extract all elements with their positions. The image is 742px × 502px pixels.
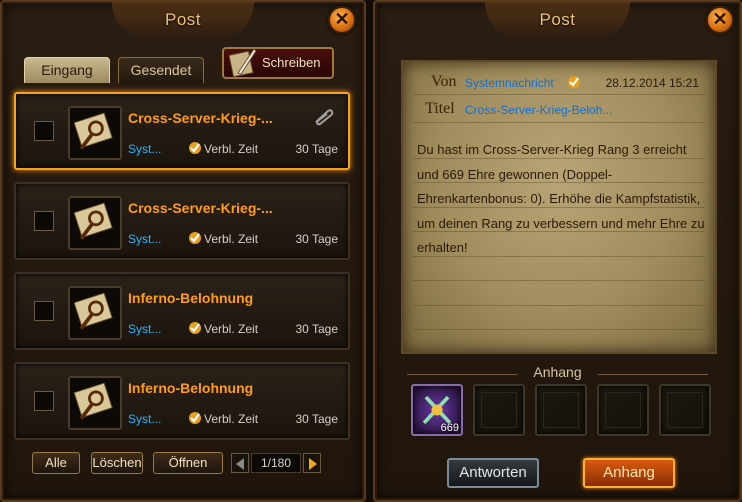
mail-item[interactable]: Inferno-Belohnung Syst... Verbl. Zeit 30… (14, 272, 350, 350)
mail-remaining-label: Verbl. Zeit (204, 322, 259, 336)
close-detail-button[interactable]: ✕ (706, 6, 734, 34)
mail-subject: Inferno-Belohnung (128, 290, 254, 306)
mail-days: 30 Tage (295, 412, 339, 426)
open-button[interactable]: Öffnen (153, 452, 223, 474)
scroll-icon (68, 376, 122, 430)
page-counter: 1/180 (251, 453, 301, 473)
divider (598, 374, 708, 375)
mail-date: 28.12.2014 15:21 (605, 76, 699, 90)
from-value: Systemnachricht (465, 76, 554, 90)
next-page-button[interactable] (303, 453, 321, 473)
inbox-panel: Post ✕ Eingang Gesendet Schreiben Cross-… (0, 0, 366, 502)
scroll-icon (68, 196, 122, 250)
checkmark-icon (189, 142, 201, 154)
write-button-label: Schreiben (262, 55, 321, 70)
scroll-icon (68, 286, 122, 340)
mail-days: 30 Tage (295, 322, 339, 336)
close-inbox-button[interactable]: ✕ (328, 6, 356, 34)
checkmark-icon (189, 412, 201, 424)
attachment-slot-empty (473, 384, 525, 436)
mail-subject: Inferno-Belohnung (128, 380, 254, 396)
checkmark-icon (189, 322, 201, 334)
previous-page-button[interactable] (231, 453, 249, 473)
attachment-slot-empty (597, 384, 649, 436)
inbox-panel-title: Post (164, 10, 202, 29)
select-all-button[interactable]: Alle (32, 452, 80, 474)
mail-subject: Cross-Server-Krieg-... (128, 110, 273, 126)
mail-checkbox[interactable] (34, 391, 54, 411)
collect-attachment-button[interactable]: Anhang (583, 458, 675, 488)
mail-remaining-label: Verbl. Zeit (204, 232, 259, 246)
checkmark-icon (189, 232, 201, 244)
paperclip-icon (315, 109, 334, 126)
write-button[interactable]: Schreiben (222, 47, 334, 79)
attachment-slot-empty (535, 384, 587, 436)
mail-sender: Syst... (128, 412, 162, 426)
mail-checkbox[interactable] (34, 301, 54, 321)
delete-button[interactable]: Löschen (91, 452, 143, 474)
mail-item[interactable]: Cross-Server-Krieg-... Syst... Verbl. Ze… (14, 182, 350, 260)
mail-sender: Syst... (128, 142, 162, 156)
mail-remaining-label: Verbl. Zeit (204, 412, 259, 426)
mail-body: Du hast im Cross-Server-Krieg Rang 3 err… (417, 142, 705, 255)
attachment-count: 669 (440, 422, 459, 434)
tab-inbox[interactable]: Eingang (24, 57, 110, 83)
reply-button[interactable]: Antworten (447, 458, 539, 488)
attachment-slot-empty (659, 384, 711, 436)
mail-checkbox[interactable] (34, 211, 54, 231)
mail-days: 30 Tage (295, 142, 339, 156)
scroll-icon (68, 106, 122, 160)
detail-panel-title: Post (539, 10, 576, 29)
mail-subject: Cross-Server-Krieg-... (128, 200, 273, 216)
mail-detail-panel: Post ✕ Von Systemnachricht 28.12.2014 15… (373, 0, 742, 502)
letter-paper: Von Systemnachricht 28.12.2014 15:21 Tit… (401, 60, 717, 354)
arrow-left-icon (236, 458, 244, 470)
from-label: Von (431, 73, 457, 90)
attachments-heading: Anhang (533, 364, 582, 380)
arrow-right-icon (309, 458, 317, 470)
tab-sent[interactable]: Gesendet (118, 57, 204, 83)
attachment-slot[interactable]: 669 (411, 384, 463, 436)
title-label: Titel (425, 100, 455, 117)
mail-sender: Syst... (128, 322, 162, 336)
mail-item[interactable]: Cross-Server-Krieg-... Syst... Verbl. Ze… (14, 92, 350, 170)
mail-item[interactable]: Inferno-Belohnung Syst... Verbl. Zeit 30… (14, 362, 350, 440)
mail-checkbox[interactable] (34, 121, 54, 141)
mail-sender: Syst... (128, 232, 162, 246)
title-value: Cross-Server-Krieg-Beloh... (465, 103, 613, 117)
mail-remaining-label: Verbl. Zeit (204, 142, 259, 156)
quill-icon (228, 48, 257, 78)
checkmark-icon (568, 76, 580, 88)
mail-days: 30 Tage (295, 232, 339, 246)
